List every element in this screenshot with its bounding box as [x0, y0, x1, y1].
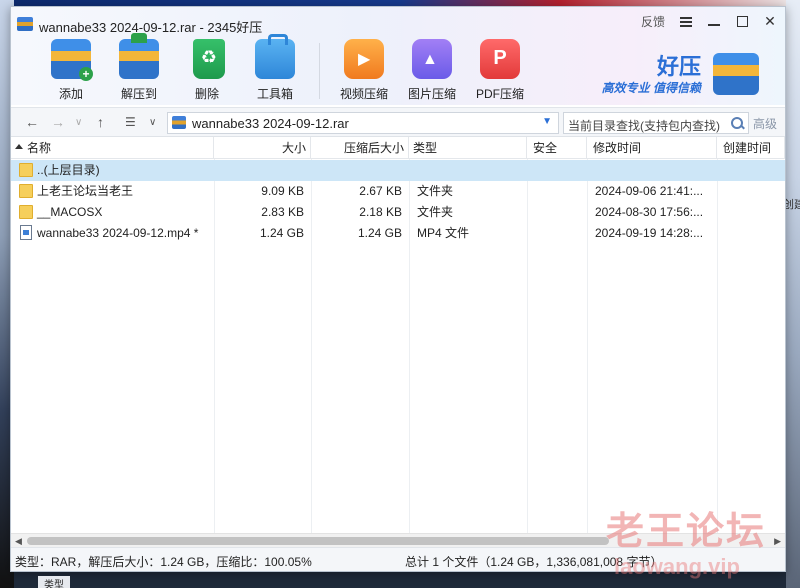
image-icon [412, 39, 452, 79]
title-bar: wannabe33 2024-09-12.rar - 2345好压 反馈 ✕ 添… [11, 7, 785, 105]
scrollbar-thumb[interactable] [27, 537, 609, 545]
feedback-link[interactable]: 反馈 [641, 13, 665, 30]
window-title: wannabe33 2024-09-12.rar - 2345好压 [39, 20, 263, 35]
back-arrow-icon[interactable]: ← [25, 114, 39, 130]
background-tab: 类型 [38, 576, 70, 588]
toolbox-icon [255, 34, 295, 79]
add-button[interactable]: 添加 [37, 39, 105, 102]
address-bar: ← → ∨ ↑ ☰ ∨ wannabe33 2024-09-12.rar ▼ 当… [11, 107, 785, 137]
menu-icon[interactable] [679, 15, 693, 29]
scroll-right-icon[interactable]: ▶ [774, 536, 781, 547]
archive-window: wannabe33 2024-09-12.rar - 2345好压 反馈 ✕ 添… [10, 6, 786, 572]
row-size: 1.24 GB [259, 226, 304, 240]
column-type[interactable]: 类型 [409, 137, 527, 159]
toolbox-button[interactable]: 工具箱 [241, 34, 309, 102]
video-compress-button[interactable]: 视频压缩 [330, 39, 398, 102]
column-packed-size[interactable]: 压缩后大小 [311, 137, 409, 159]
file-list: 名称 大小 压缩后大小 类型 安全 修改时间 创建时间 ..(上层目录) 上老王… [11, 137, 785, 533]
minimize-icon[interactable] [707, 15, 721, 29]
row-size: 9.09 KB [261, 184, 304, 198]
add-icon [51, 39, 93, 81]
extract-icon [119, 33, 159, 79]
column-header: 名称 大小 压缩后大小 类型 安全 修改时间 创建时间 [11, 137, 785, 159]
table-row-parent-dir[interactable]: ..(上层目录) [11, 160, 785, 181]
video-file-icon [20, 225, 32, 240]
folder-icon [19, 205, 33, 219]
delete-button[interactable]: 删除 [173, 39, 241, 102]
row-packed-size: 2.67 KB [359, 184, 402, 198]
video-compress-label: 视频压缩 [339, 87, 388, 101]
extract-to-button[interactable]: 解压到 [105, 33, 173, 102]
brand-slogan: 高效专业 值得信赖 [601, 81, 701, 95]
column-size[interactable]: 大小 [214, 137, 311, 159]
row-type: MP4 文件 [417, 226, 470, 240]
view-mode-icon[interactable]: ☰ [125, 115, 136, 129]
view-dropdown-icon[interactable]: ∨ [149, 117, 156, 128]
pdf-compress-button[interactable]: PDF压缩 [466, 39, 534, 102]
column-name-label: 名称 [27, 141, 52, 155]
row-type: 文件夹 [417, 184, 454, 198]
column-created[interactable]: 创建时间 [717, 137, 785, 159]
history-dropdown-icon[interactable]: ∨ [75, 117, 82, 128]
add-label: 添加 [58, 87, 83, 101]
desktop-background-right [786, 0, 800, 588]
pdf-compress-label: PDF压缩 [475, 87, 524, 101]
path-dropdown-icon[interactable]: ▼ [542, 116, 552, 127]
video-icon [344, 39, 384, 79]
row-modified: 2024-09-19 14:28:... [595, 226, 704, 240]
folder-icon [19, 163, 33, 177]
archive-icon [172, 116, 186, 129]
watermark-text: 老王论坛 [606, 511, 767, 553]
main-toolbar: 添加 解压到 删除 工具箱 视频压缩 图片压缩 [37, 33, 534, 102]
up-arrow-icon[interactable]: ↑ [97, 114, 104, 130]
row-name: ..(上层目录) [37, 163, 100, 177]
pdf-icon [480, 39, 520, 79]
row-packed-size: 2.18 KB [359, 205, 402, 219]
scroll-left-icon[interactable]: ◀ [15, 536, 22, 547]
brand-logo-icon [713, 53, 759, 95]
path-text: wannabe33 2024-09-12.rar [192, 116, 349, 131]
recycle-icon [193, 39, 225, 79]
advanced-search-link[interactable]: 高级 [753, 115, 777, 132]
toolbar-separator [319, 43, 320, 99]
table-row[interactable]: wannabe33 2024-09-12.mp4 * 1.24 GB 1.24 … [11, 223, 785, 244]
path-field[interactable]: wannabe33 2024-09-12.rar ▼ [167, 112, 559, 134]
search-input[interactable]: 当前目录查找(支持包内查找) [563, 112, 749, 134]
folder-icon [19, 184, 33, 198]
extract-label: 解压到 [120, 87, 157, 101]
row-type: 文件夹 [417, 205, 454, 219]
row-modified: 2024-08-30 17:56:... [595, 205, 704, 219]
delete-label: 删除 [194, 87, 219, 101]
watermark-url: laowang.vip [614, 554, 740, 579]
table-row[interactable]: 上老王论坛当老王 9.09 KB 2.67 KB 文件夹 2024-09-06 … [11, 181, 785, 202]
brand-name: 好压 [656, 54, 701, 79]
maximize-icon[interactable] [735, 15, 749, 29]
row-name: wannabe33 2024-09-12.mp4 * [37, 226, 199, 240]
search-icon[interactable] [730, 116, 744, 130]
window-controls: 反馈 ✕ [641, 13, 777, 30]
column-modified[interactable]: 修改时间 [587, 137, 717, 159]
search-placeholder: 当前目录查找(支持包内查找) [568, 119, 720, 133]
toolbox-label: 工具箱 [256, 87, 293, 101]
row-name: 上老王论坛当老王 [37, 184, 134, 198]
image-compress-label: 图片压缩 [407, 87, 456, 101]
table-row[interactable]: __MACOSX 2.83 KB 2.18 KB 文件夹 2024-08-30 … [11, 202, 785, 223]
row-modified: 2024-09-06 21:41:... [595, 184, 704, 198]
archive-info: 类型：RAR，解压后大小：1.24 GB，压缩比：100.05% [15, 555, 312, 569]
column-name[interactable]: 名称 [11, 137, 214, 159]
close-icon[interactable]: ✕ [763, 13, 777, 29]
row-size: 2.83 KB [261, 205, 304, 219]
brand-banner: 好压 高效专业 值得信赖 [585, 49, 765, 97]
column-security[interactable]: 安全 [527, 137, 587, 159]
app-icon [17, 17, 33, 31]
sort-ascending-icon [15, 144, 23, 149]
image-compress-button[interactable]: 图片压缩 [398, 39, 466, 102]
forward-arrow-icon[interactable]: → [51, 114, 65, 130]
row-packed-size: 1.24 GB [357, 226, 402, 240]
row-name: __MACOSX [37, 205, 103, 219]
